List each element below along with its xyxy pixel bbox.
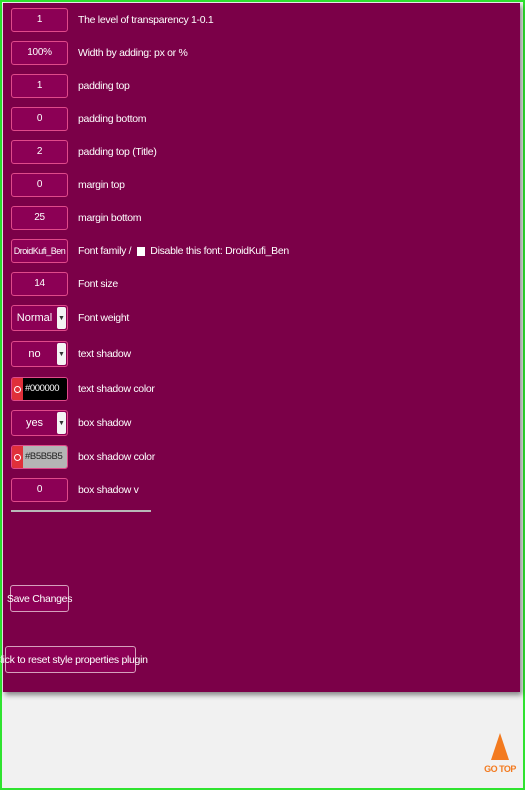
setting-row-padding-bottom: 0 padding bottom: [11, 106, 147, 132]
box-shadow-value: yes: [25, 417, 44, 429]
padding-top-title-input[interactable]: 2: [11, 140, 68, 164]
setting-row-text-shadow: no ▼ text shadow: [11, 341, 131, 367]
text-shadow-color-value[interactable]: #000000: [23, 378, 67, 400]
setting-row-margin-bottom: 25 margin bottom: [11, 205, 142, 231]
setting-row-margin-top: 0 margin top: [11, 172, 125, 198]
transparency-label: The level of transparency 1-0.1: [78, 14, 214, 26]
padding-top-label: padding top: [78, 80, 130, 92]
setting-row-padding-top-title: 2 padding top (Title): [11, 139, 157, 165]
setting-row-font-family: DroidKufi_Ben Font family / Disable this …: [11, 238, 289, 264]
disable-font-checkbox[interactable]: [137, 246, 146, 256]
setting-row-box-shadow-v: 0 box shadow v: [11, 477, 139, 503]
margin-top-label: margin top: [78, 179, 125, 191]
font-size-label: Font size: [78, 278, 118, 290]
box-shadow-color-label: box shadow color: [78, 451, 155, 463]
margin-top-input[interactable]: 0: [11, 173, 68, 197]
setting-row-padding-top: 1 padding top: [11, 73, 130, 99]
chevron-down-icon: ▼: [57, 343, 66, 365]
text-shadow-color-picker[interactable]: #000000: [11, 377, 68, 401]
go-top-button[interactable]: GO TOP: [484, 733, 516, 779]
font-weight-select[interactable]: Normal ▼: [11, 305, 68, 331]
text-shadow-color-label: text shadow color: [78, 383, 155, 395]
setting-row-box-shadow: yes ▼ box shadow: [11, 410, 131, 436]
font-weight-value: Normal: [16, 312, 53, 324]
font-family-input[interactable]: DroidKufi_Ben: [11, 239, 68, 263]
font-weight-label: Font weight: [78, 312, 129, 324]
setting-row-width: 100% Width by adding: px or %: [11, 40, 188, 66]
disable-font-label: Disable this font: DroidKufi_Ben: [150, 245, 289, 257]
setting-row-font-size: 14 Font size: [11, 271, 118, 297]
padding-bottom-label: padding bottom: [78, 113, 147, 125]
font-family-label: Font family / Disable this font: DroidKuf…: [78, 245, 289, 257]
padding-top-input[interactable]: 1: [11, 74, 68, 98]
chevron-down-icon: ▼: [57, 307, 66, 329]
box-shadow-color-value[interactable]: #B5B5B5: [23, 446, 67, 468]
arrow-up-icon: [491, 733, 509, 760]
padding-top-title-label: padding top (Title): [78, 146, 157, 158]
setting-row-text-shadow-color: #000000 text shadow color: [11, 376, 155, 402]
color-picker-icon[interactable]: [12, 378, 23, 400]
box-shadow-v-label: box shadow v: [78, 484, 139, 496]
color-picker-icon[interactable]: [12, 446, 23, 468]
text-shadow-label: text shadow: [78, 348, 131, 360]
settings-panel: 1 The level of transparency 1-0.1 100% W…: [0, 3, 520, 692]
text-shadow-value: no: [28, 348, 41, 360]
box-shadow-label: box shadow: [78, 417, 132, 429]
go-top-label: GO TOP: [484, 764, 516, 774]
transparency-input[interactable]: 1: [11, 8, 68, 32]
text-shadow-select[interactable]: no ▼: [11, 341, 68, 367]
box-shadow-v-input[interactable]: 0: [11, 478, 68, 502]
font-family-label-text: Font family /: [78, 245, 132, 257]
setting-row-transparency: 1 The level of transparency 1-0.1: [11, 7, 214, 33]
width-label: Width by adding: px or %: [78, 47, 188, 59]
save-changes-button[interactable]: Save Changes: [7, 585, 72, 612]
margin-bottom-label: margin bottom: [78, 212, 142, 224]
font-size-input[interactable]: 14: [11, 272, 68, 296]
chevron-down-icon: ▼: [57, 412, 66, 434]
margin-bottom-input[interactable]: 25: [11, 206, 68, 230]
reset-style-button[interactable]: Click to reset style properties plugin: [0, 646, 148, 673]
box-shadow-color-picker[interactable]: #B5B5B5: [11, 445, 68, 469]
padding-bottom-input[interactable]: 0: [11, 107, 68, 131]
setting-row-font-weight: Normal ▼ Font weight: [11, 305, 129, 331]
width-input[interactable]: 100%: [11, 41, 68, 65]
setting-row-box-shadow-color: #B5B5B5 box shadow color: [11, 444, 155, 470]
box-shadow-select[interactable]: yes ▼: [11, 410, 68, 436]
divider: [11, 510, 151, 512]
